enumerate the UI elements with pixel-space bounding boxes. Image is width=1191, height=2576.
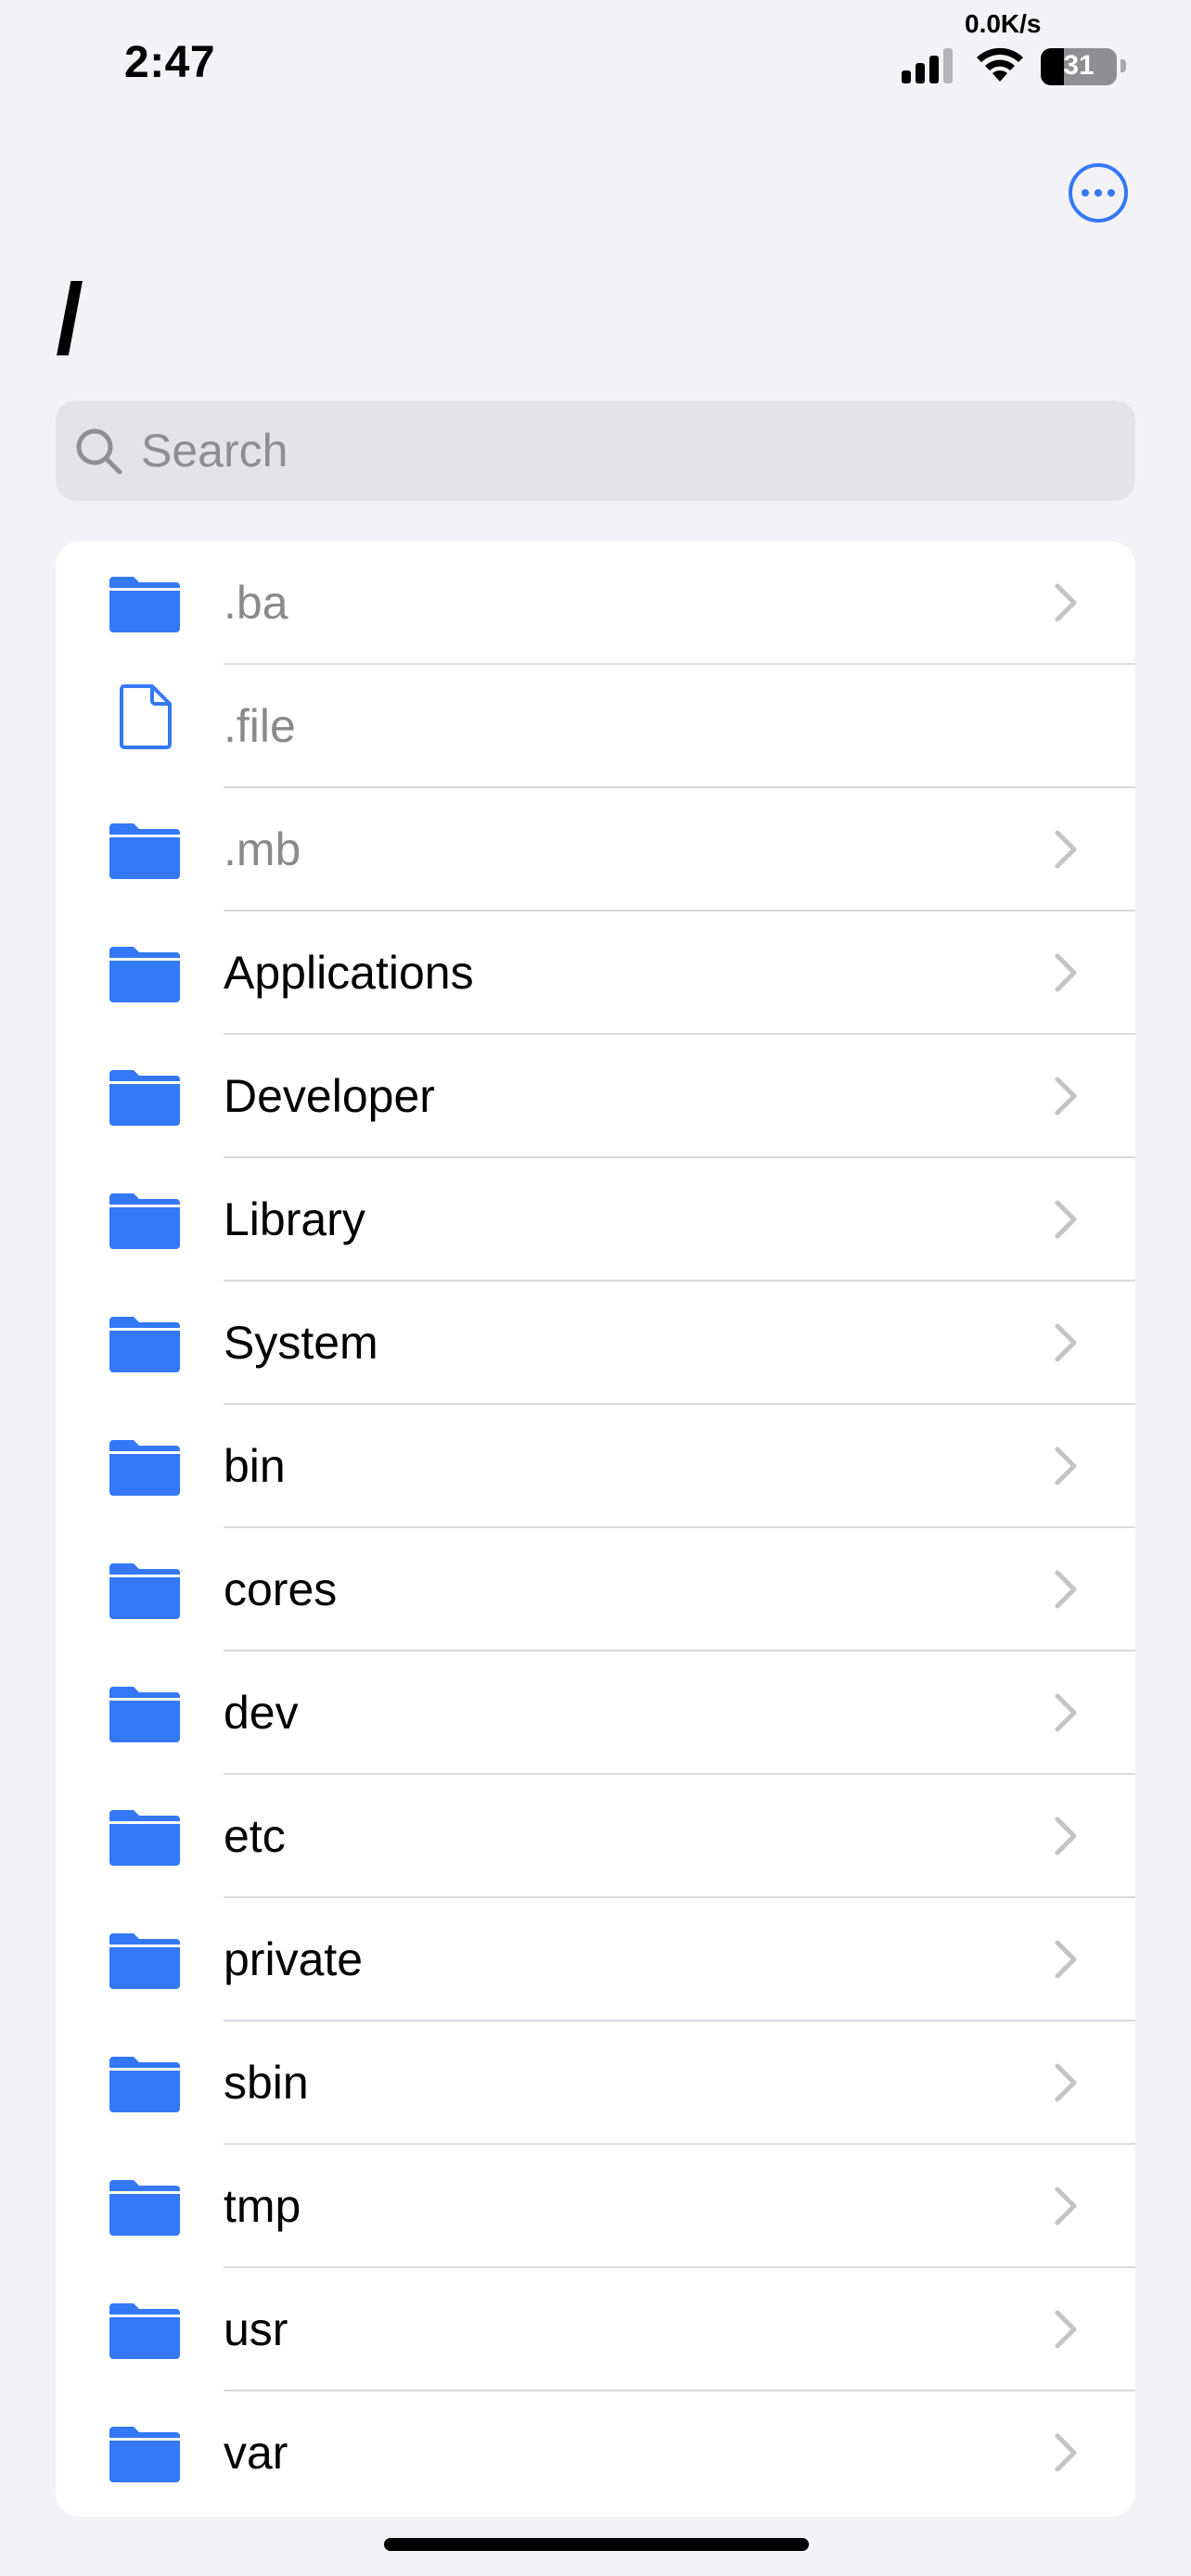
folder-row[interactable]: tmp	[56, 2145, 1135, 2268]
folder-icon	[109, 823, 180, 879]
folder-icon	[109, 1810, 180, 1866]
folder-icon	[109, 1070, 180, 1126]
chevron-right-icon	[1055, 1323, 1077, 1362]
chevron-right-icon	[1055, 830, 1077, 869]
file-list: .ba .file .mb Applications Developer Library S…	[56, 542, 1135, 2517]
status-time: 2:47	[124, 38, 216, 87]
folder-row[interactable]: private	[56, 1898, 1135, 2021]
folder-icon	[109, 577, 180, 632]
item-label: dev	[224, 1687, 299, 1739]
folder-row[interactable]: .mb	[56, 788, 1135, 912]
battery-icon: 31	[1041, 48, 1117, 85]
folder-row[interactable]: Developer	[56, 1035, 1135, 1158]
chevron-right-icon	[1055, 1570, 1077, 1609]
folder-row[interactable]: System	[56, 1282, 1135, 1405]
search-icon	[76, 428, 122, 475]
folder-icon	[109, 1933, 180, 1989]
item-label: Applications	[224, 947, 474, 999]
chevron-right-icon	[1055, 1077, 1077, 1116]
item-label: .mb	[224, 823, 301, 875]
screen: 2:47 0.0K/s 31 / .b	[0, 0, 1191, 2576]
folder-row[interactable]: etc	[56, 1775, 1135, 1898]
item-label: cores	[224, 1563, 338, 1615]
wifi-icon	[977, 47, 1023, 82]
folder-row[interactable]: usr	[56, 2268, 1135, 2391]
item-label: etc	[224, 1810, 286, 1862]
item-label: .ba	[224, 577, 288, 629]
item-label: usr	[224, 2303, 288, 2355]
more-options-button[interactable]	[1069, 163, 1128, 223]
folder-icon	[109, 1687, 180, 1742]
folder-icon	[109, 1317, 180, 1372]
search-input[interactable]	[141, 401, 1106, 501]
network-speed: 0.0K/s	[965, 9, 1042, 38]
folder-row[interactable]: Library	[56, 1158, 1135, 1282]
file-row[interactable]: .file	[56, 665, 1135, 788]
folder-icon	[109, 2180, 180, 2236]
cellular-signal-icon	[902, 48, 953, 83]
chevron-right-icon	[1055, 583, 1077, 622]
chevron-right-icon	[1055, 1693, 1077, 1732]
item-label: var	[224, 2427, 288, 2479]
page-title: /	[56, 262, 84, 375]
chevron-right-icon	[1055, 2063, 1077, 2102]
chevron-right-icon	[1055, 2433, 1077, 2472]
ellipsis-dot	[1082, 189, 1089, 197]
chevron-right-icon	[1055, 1200, 1077, 1239]
chevron-right-icon	[1055, 1940, 1077, 1979]
folder-icon	[109, 947, 180, 1002]
folder-icon	[109, 2303, 180, 2359]
home-indicator[interactable]	[384, 2538, 809, 2551]
folder-icon	[109, 2057, 180, 2112]
folder-icon	[109, 1563, 180, 1619]
battery-level: 31	[1063, 50, 1095, 81]
folder-row[interactable]: cores	[56, 1528, 1135, 1651]
item-label: .file	[224, 700, 296, 752]
search-bar[interactable]	[56, 401, 1135, 501]
item-label: Developer	[224, 1070, 435, 1122]
chevron-right-icon	[1055, 1817, 1077, 1855]
item-label: tmp	[224, 2180, 301, 2232]
item-label: Library	[224, 1193, 365, 1245]
folder-row[interactable]: .ba	[56, 542, 1135, 665]
chevron-right-icon	[1055, 2187, 1077, 2225]
folder-row[interactable]: bin	[56, 1405, 1135, 1528]
item-label: bin	[224, 1440, 286, 1492]
folder-row[interactable]: dev	[56, 1651, 1135, 1775]
battery-nub	[1121, 59, 1126, 72]
ellipsis-dot	[1095, 189, 1102, 197]
folder-row[interactable]: Applications	[56, 912, 1135, 1035]
item-label: System	[224, 1317, 378, 1369]
document-icon	[120, 684, 172, 749]
item-label: private	[224, 1933, 364, 1985]
folder-row[interactable]: sbin	[56, 2021, 1135, 2145]
chevron-right-icon	[1055, 1447, 1077, 1486]
chevron-right-icon	[1055, 953, 1077, 992]
folder-row[interactable]: var	[56, 2391, 1135, 2515]
folder-icon	[109, 1193, 180, 1249]
item-label: sbin	[224, 2057, 309, 2109]
folder-icon	[109, 1440, 180, 1496]
chevron-right-icon	[1055, 2310, 1077, 2349]
ellipsis-dot	[1108, 189, 1115, 197]
folder-icon	[109, 2427, 180, 2482]
